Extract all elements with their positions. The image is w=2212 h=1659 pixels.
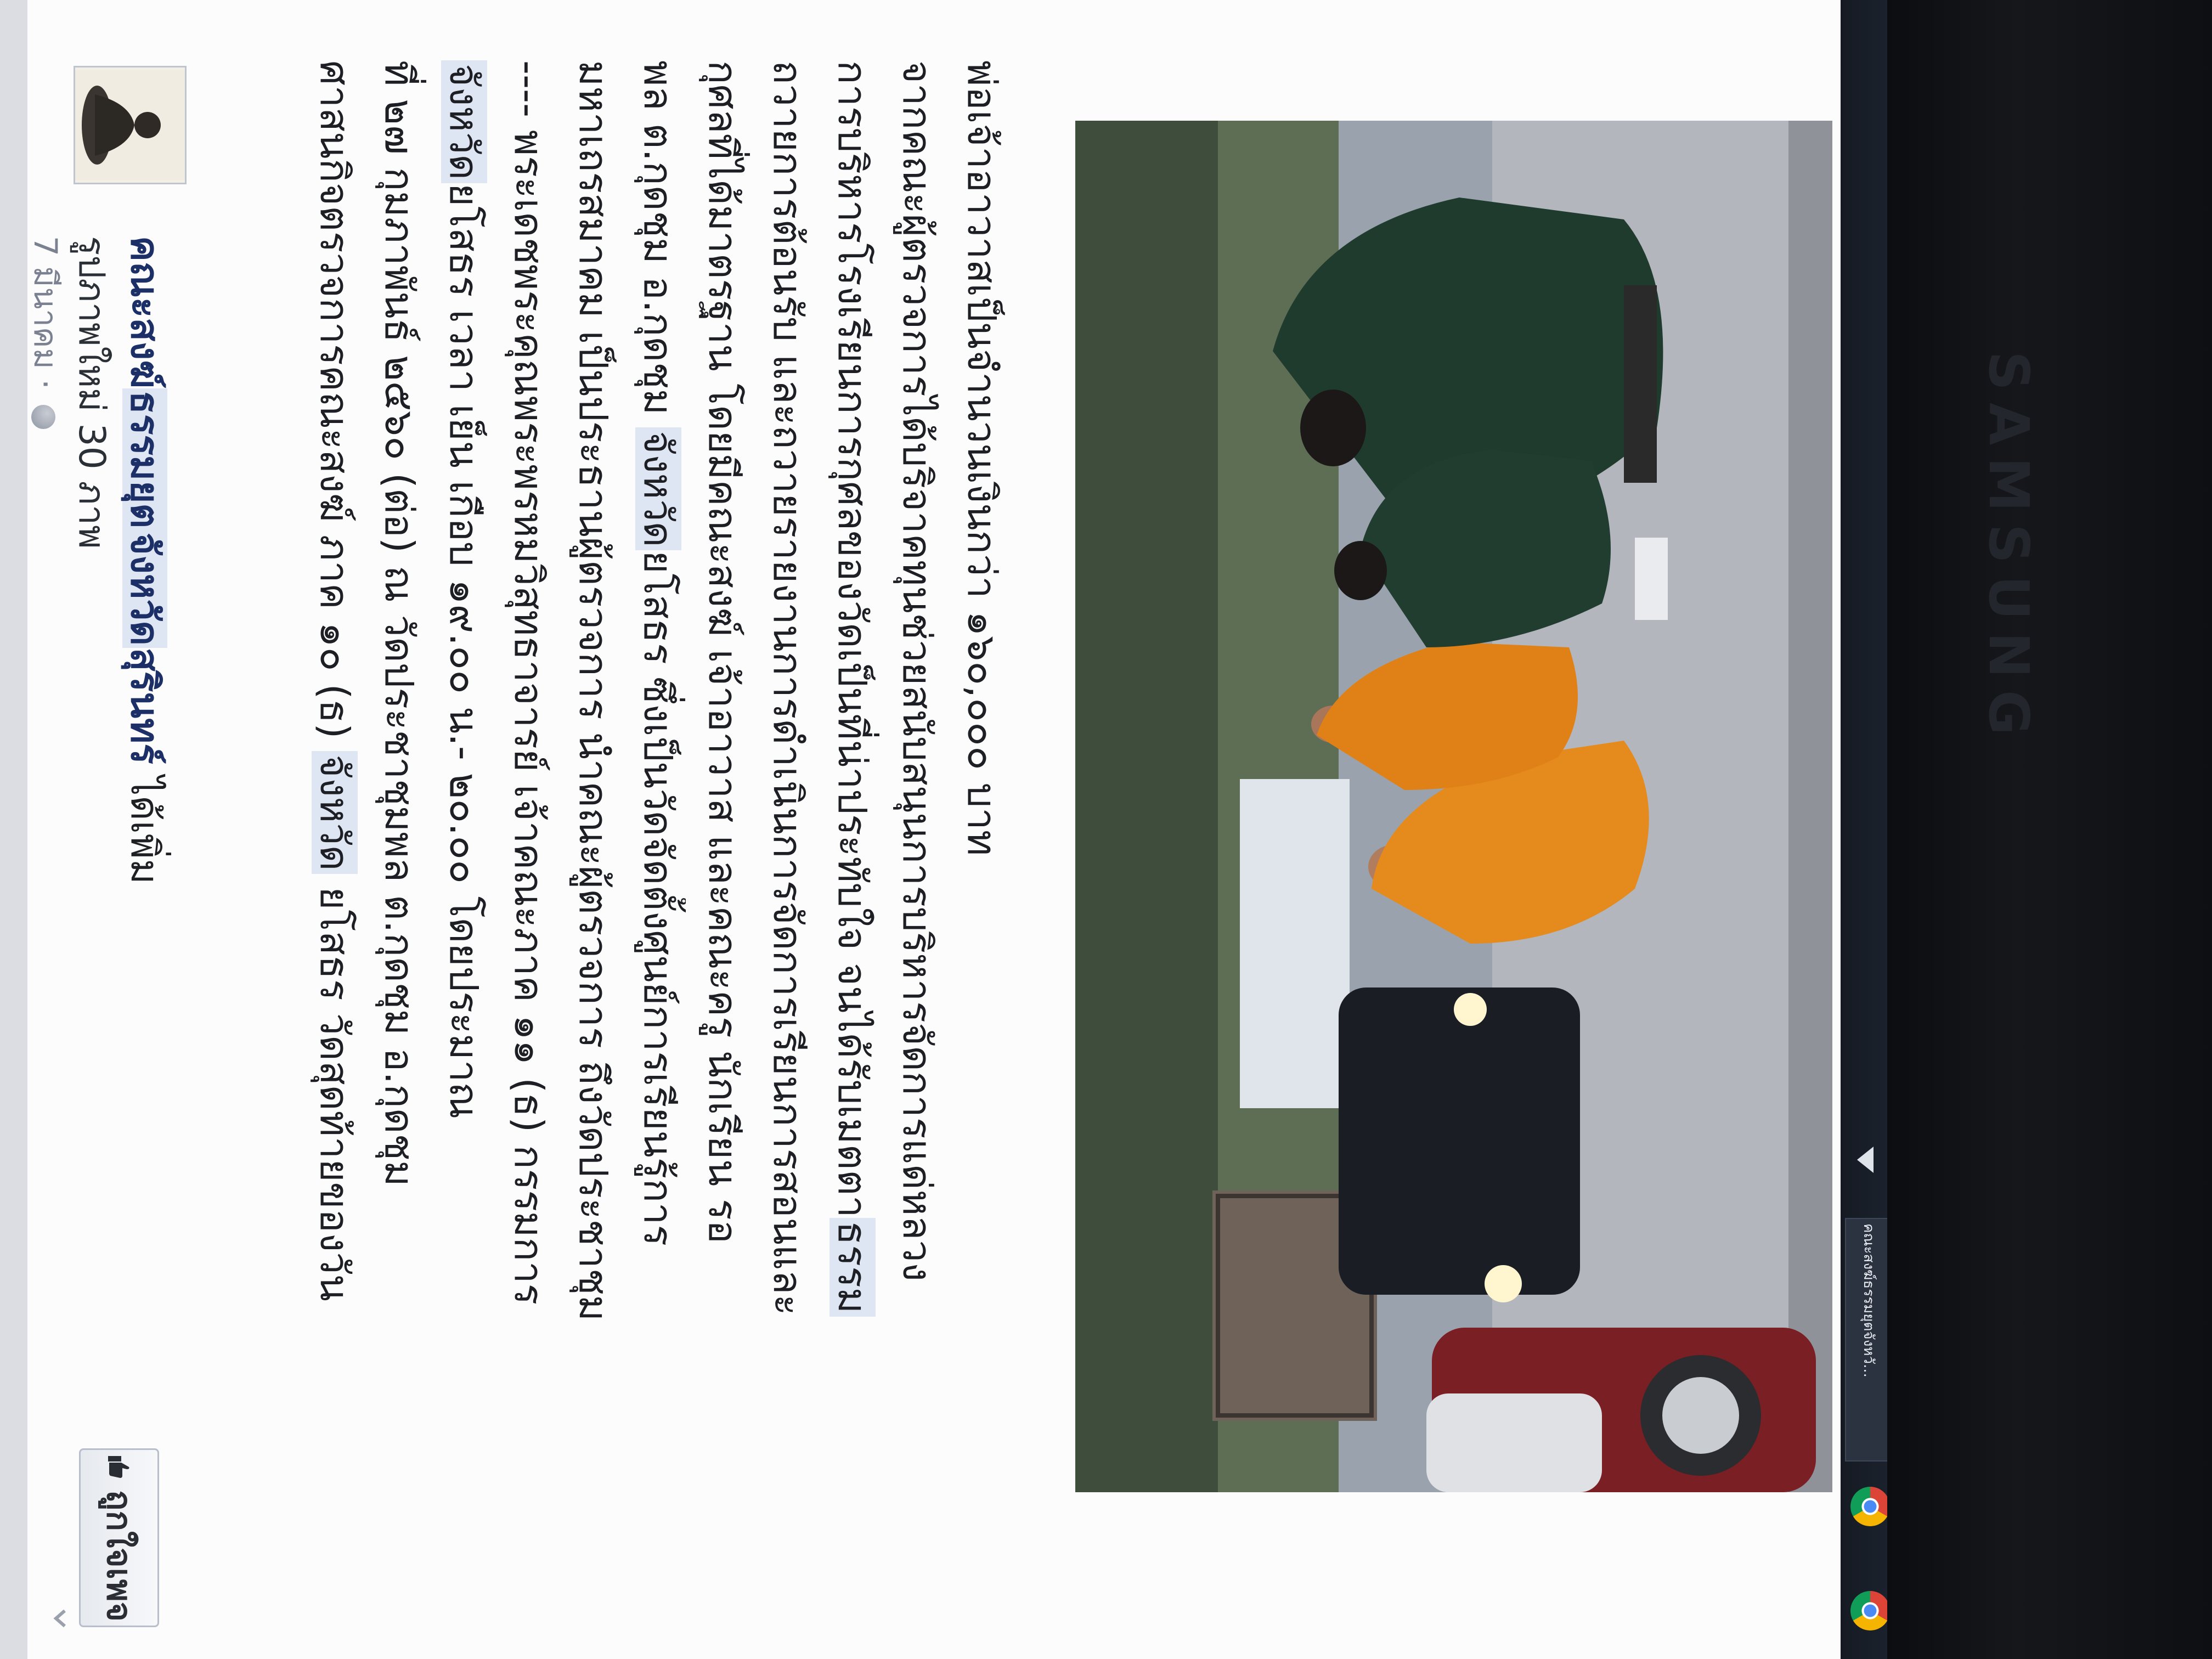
post-photo[interactable] [1075, 121, 1832, 1492]
monitor-bezel [1887, 0, 2212, 1659]
like-page-button[interactable]: ถูกใจเพจ [79, 1448, 159, 1627]
photos-added-link[interactable]: รูปภาพใหม่ 30 ภาพ [63, 236, 121, 549]
page-avatar[interactable] [74, 66, 187, 184]
post-date-row: 7 มีนาคม · [20, 236, 71, 430]
page-name-link-4[interactable]: สุรินทร์ [122, 648, 167, 764]
added-text: ได้เพิ่ม [122, 764, 167, 884]
event-photo-image [1075, 121, 1832, 1492]
page-name-link-2[interactable]: ธรรมยุต [122, 388, 167, 531]
globe-icon [31, 405, 56, 430]
tray-expand-icon[interactable] [1857, 1147, 1874, 1173]
taskbar-tab-label: คณะสงฆ์ธรรมยุตจังหวั... [1860, 1223, 1877, 1378]
chrome-tab-icon [1850, 1487, 1890, 1526]
post-header-title: คณะสงฆ์ธรรมยุตจังหวัดสุรินทร์ ได้เพิ่ม [121, 236, 176, 1443]
monitor-brand-logo: SAMSUNG [1977, 351, 2041, 747]
page-name-link-3[interactable]: จังหวัด [122, 530, 167, 648]
chevron-down-icon[interactable] [49, 1607, 71, 1629]
thumbs-up-icon [108, 1455, 129, 1478]
page-name-link-1[interactable]: คณะสงฆ์ [122, 236, 167, 388]
like-page-label: ถูกใจเพจ [99, 1489, 139, 1622]
monk-statue-image [75, 70, 185, 180]
post-date[interactable]: 7 มีนาคม · [27, 236, 64, 390]
chrome-app-icon[interactable] [1850, 1591, 1890, 1630]
